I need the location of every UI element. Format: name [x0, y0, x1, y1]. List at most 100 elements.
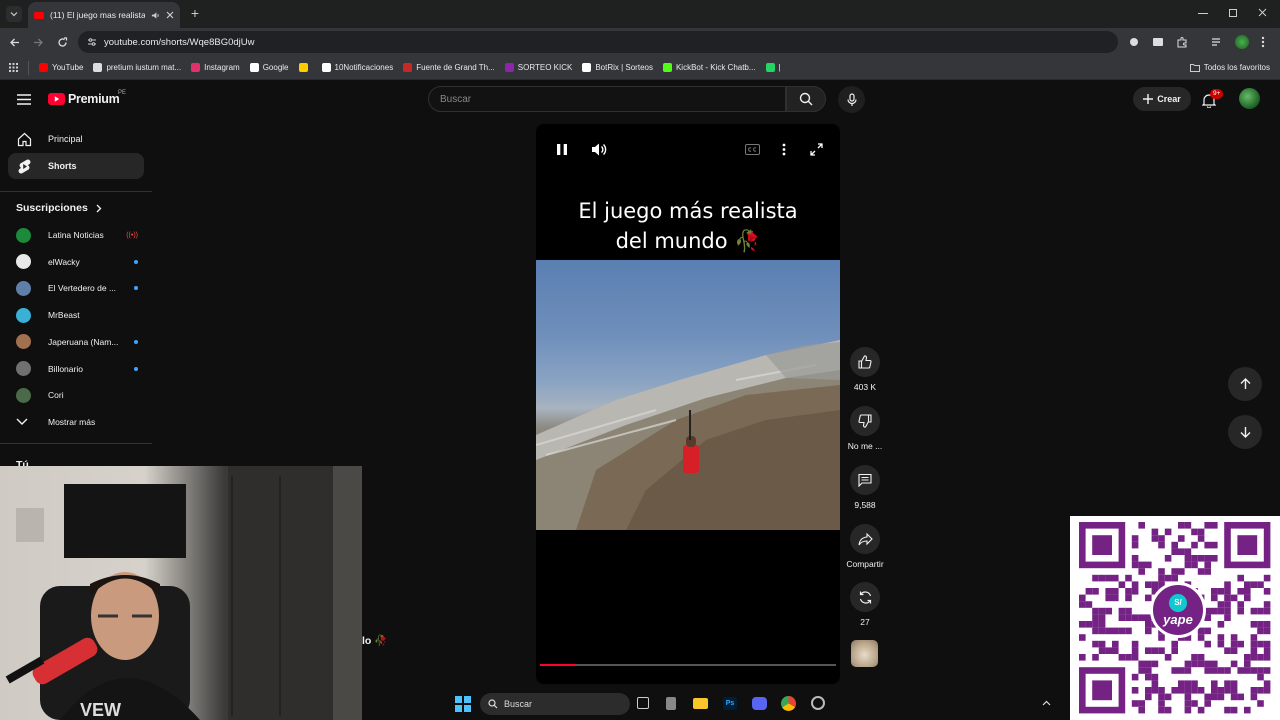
minimize-button[interactable] [1198, 8, 1208, 18]
channel-name: Latina Noticias [48, 230, 104, 240]
create-button[interactable]: Crear [1133, 87, 1191, 111]
new-content-dot [134, 339, 138, 344]
chevron-down-icon [10, 12, 18, 17]
restore-button[interactable] [1229, 9, 1237, 17]
photoshop-icon[interactable]: Ps [723, 697, 737, 710]
site-settings-icon[interactable] [87, 37, 97, 47]
progress-fill [540, 664, 576, 666]
voice-search-button[interactable] [838, 86, 865, 113]
bookmark-item[interactable]: YouTube [39, 63, 83, 72]
chrome-taskbar-icon[interactable] [781, 696, 796, 711]
bookmark-item[interactable] [298, 63, 312, 72]
bookmark-item[interactable]: pretium iustum mat... [93, 63, 181, 72]
fullscreen-button[interactable] [810, 143, 823, 156]
dislike-action[interactable]: No me ... [843, 406, 887, 451]
bookmark-list: YouTube pretium iustum mat... Instagram Goo… [29, 63, 781, 72]
bookmark-item[interactable]: Fuente de Grand Th... [403, 63, 495, 72]
new-tab-button[interactable]: + [188, 6, 202, 20]
notifications-button[interactable]: 9+ [1202, 89, 1224, 110]
apps-grid-icon[interactable] [9, 63, 18, 72]
account-avatar[interactable] [1239, 88, 1260, 109]
bookmark-item[interactable]: SORTEO KICK [504, 63, 572, 72]
extensions-puzzle-icon[interactable] [1176, 36, 1188, 48]
audio-thumbnail[interactable] [851, 640, 878, 667]
channel-avatar [16, 227, 31, 243]
volume-button[interactable] [591, 142, 608, 157]
subscription-item[interactable]: elWacky [16, 249, 138, 275]
subscription-item[interactable]: Japeruana (Nam... [16, 329, 138, 355]
sidebar-item-principal[interactable]: Principal [8, 126, 144, 152]
bookmark-item[interactable]: Google [249, 63, 289, 72]
hamburger-menu-icon[interactable] [17, 94, 31, 105]
address-bar[interactable]: youtube.com/shorts/Wqe8BG0djUw [78, 31, 1118, 53]
close-window-button[interactable] [1258, 8, 1267, 17]
bookmark-item[interactable]: Instagram [191, 63, 240, 72]
bookmark-item[interactable]: 10Notificaciones [321, 63, 393, 72]
youtube-premium-logo[interactable]: Premium [48, 92, 120, 106]
video-progress-bar[interactable] [540, 664, 836, 666]
remix-action[interactable]: 27 [843, 582, 887, 627]
extension-card-icon[interactable] [1152, 37, 1164, 47]
next-short-button[interactable] [1228, 415, 1262, 449]
bookmark-item[interactable]: | [765, 63, 781, 72]
tab-title: (11) El juego mas realista de [50, 10, 145, 20]
comments-action[interactable]: 9,588 [843, 465, 887, 510]
bookmark-label: KickBot - Kick Chatb... [675, 63, 756, 72]
bookmark-item[interactable]: BotRix | Sorteos [582, 63, 653, 72]
channel-name: MrBeast [48, 310, 80, 321]
discord-icon[interactable] [752, 697, 767, 710]
taskbar-search[interactable]: Buscar [480, 693, 630, 715]
channel-name: Japeruana (Nam... [48, 336, 119, 347]
bookmark-favicon-icon [93, 63, 103, 72]
extension-icon[interactable] [1128, 36, 1140, 48]
subscriptions-header[interactable]: Suscripciones [16, 202, 102, 214]
yape-badge: S/ yape [1150, 582, 1206, 638]
task-view-icon[interactable] [637, 697, 649, 709]
windows-start-icon[interactable] [455, 696, 471, 712]
premium-label: Premium [68, 92, 120, 106]
close-tab-icon[interactable] [166, 11, 174, 19]
previous-short-button[interactable] [1228, 367, 1262, 401]
back-icon[interactable] [9, 37, 20, 48]
bookmark-label: | [778, 63, 781, 72]
taskbar-app-icon[interactable] [666, 697, 676, 710]
pause-button[interactable] [556, 143, 568, 157]
notification-badge: 9+ [1210, 89, 1224, 99]
system-tray-chevron-icon[interactable] [1042, 700, 1051, 706]
closed-captions-icon [745, 144, 760, 155]
media-controls-icon[interactable] [1211, 37, 1223, 47]
sidebar-item-shorts[interactable]: Shorts [8, 153, 144, 179]
file-explorer-icon[interactable] [693, 698, 708, 709]
browser-tab-active[interactable]: (11) El juego mas realista de [28, 2, 180, 28]
share-action[interactable]: Compartir [843, 524, 887, 569]
captions-button[interactable] [745, 144, 760, 155]
chrome-menu-icon[interactable] [1261, 36, 1265, 48]
bookmark-favicon-icon [582, 63, 592, 72]
taskbar-app-icon[interactable] [811, 696, 825, 710]
new-content-dot [134, 286, 138, 291]
bookmark-item[interactable]: KickBot - Kick Chatb... [662, 63, 756, 72]
reload-icon[interactable] [57, 37, 68, 48]
tab-list-button[interactable] [6, 6, 22, 22]
more-options-button[interactable] [782, 143, 786, 156]
bookmarks-bar: YouTube pretium iustum mat... Instagram Goo… [0, 56, 1280, 80]
new-content-dot [134, 259, 138, 264]
bookmark-favicon-icon [191, 63, 201, 72]
channel-avatar [16, 307, 31, 323]
search-button[interactable] [786, 86, 826, 112]
forward-icon[interactable] [33, 37, 44, 48]
show-more-button[interactable]: Mostrar más [16, 409, 138, 435]
subscription-item[interactable]: Cori [16, 382, 138, 408]
audio-playing-icon[interactable] [151, 11, 160, 20]
subscription-item[interactable]: Latina Noticias ((•)) [16, 222, 138, 248]
subscription-item[interactable]: Billonario [16, 356, 138, 382]
all-bookmarks-button[interactable]: Todos los favoritos [1189, 63, 1270, 72]
shorts-player[interactable]: El juego más realista del mundo 🥀 [536, 124, 840, 684]
chevron-down-icon [16, 418, 28, 425]
like-action[interactable]: 403 K [843, 347, 887, 392]
subscriptions-title: Suscripciones [16, 202, 88, 214]
search-input[interactable]: Buscar [428, 86, 786, 112]
profile-avatar[interactable] [1235, 35, 1249, 49]
subscription-item[interactable]: MrBeast [16, 302, 138, 328]
subscription-item[interactable]: El Vertedero de ... [16, 275, 138, 301]
